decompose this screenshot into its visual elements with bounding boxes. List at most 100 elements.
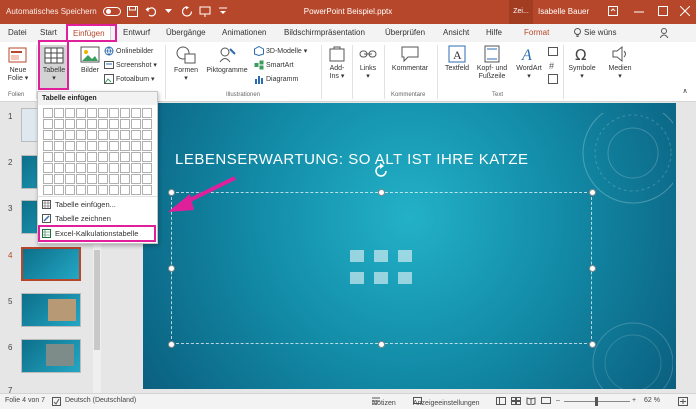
tab-ansicht[interactable]: Ansicht <box>443 28 469 37</box>
table-grid-cell[interactable] <box>131 174 141 184</box>
onlinebilder-button[interactable]: Onlinebilder <box>104 46 153 56</box>
tab-bildschirmpraesentation[interactable]: Bildschirmpräsentation <box>284 28 365 37</box>
table-grid-cell[interactable] <box>54 130 64 140</box>
zoom-level[interactable]: 62 % <box>644 397 660 404</box>
table-grid-cell[interactable] <box>142 163 152 173</box>
table-grid-cell[interactable] <box>87 141 97 151</box>
bilder-button[interactable]: Bilder <box>78 45 102 75</box>
table-grid-cell[interactable] <box>76 152 86 162</box>
table-grid-cell[interactable] <box>43 119 53 129</box>
language[interactable]: Deutsch (Deutschland) <box>65 397 136 404</box>
tab-start[interactable]: Start <box>40 28 57 37</box>
tab-animationen[interactable]: Animationen <box>222 28 266 37</box>
tab-datei[interactable]: Datei <box>8 28 27 37</box>
tab-hilfe[interactable]: Hilfe <box>486 28 502 37</box>
table-grid-cell[interactable] <box>65 152 75 162</box>
neue-folie-button[interactable]: Neue Folie ▾ <box>4 45 32 83</box>
table-grid-cell[interactable] <box>43 152 53 162</box>
table-grid-cell[interactable] <box>87 174 97 184</box>
notes-button[interactable]: Notizen <box>372 397 396 407</box>
table-grid-cell[interactable] <box>131 152 141 162</box>
save-icon[interactable] <box>127 5 139 17</box>
table-grid-cell[interactable] <box>98 119 108 129</box>
date-time-icon[interactable] <box>548 46 558 56</box>
table-grid-cell[interactable] <box>109 185 119 195</box>
menu-item-tabelle-einfuegen[interactable]: Tabelle einfügen... <box>42 200 116 209</box>
slide-thumbnail-selected[interactable] <box>21 247 81 281</box>
table-grid-cell[interactable] <box>65 185 75 195</box>
table-grid-cell[interactable] <box>43 141 53 151</box>
table-grid-cell[interactable] <box>98 185 108 195</box>
table-grid-cell[interactable] <box>131 163 141 173</box>
slide-title[interactable]: LEBENSERWARTUNG: SO ALT IST IHRE KATZE <box>175 151 529 168</box>
table-grid-cell[interactable] <box>142 185 152 195</box>
tab-ueberpruefen[interactable]: Überprüfen <box>385 28 425 37</box>
links-button[interactable]: Links ▾ <box>355 45 381 81</box>
tab-format[interactable]: Format <box>524 28 549 37</box>
redo-icon[interactable] <box>181 5 193 17</box>
screenshot-button[interactable]: Screenshot ▾ <box>104 60 157 70</box>
table-grid-cell[interactable] <box>142 174 152 184</box>
table-grid-cell[interactable] <box>109 141 119 151</box>
close-icon[interactable] <box>678 4 692 18</box>
table-grid-cell[interactable] <box>87 119 97 129</box>
table-grid-cell[interactable] <box>131 185 141 195</box>
resize-handle[interactable] <box>589 265 596 272</box>
table-grid-cell[interactable] <box>43 185 53 195</box>
kopf-fusszeile-button[interactable]: Kopf- und Fußzeile <box>474 45 510 81</box>
zoom-slider-thumb[interactable] <box>595 397 598 406</box>
customize-qat-icon[interactable] <box>217 5 229 17</box>
piktogramme-button[interactable]: Piktogramme <box>204 45 250 75</box>
table-grid-cell[interactable] <box>87 163 97 173</box>
table-grid-cell[interactable] <box>54 185 64 195</box>
table-grid-cell[interactable] <box>54 119 64 129</box>
table-grid-cell[interactable] <box>109 152 119 162</box>
table-grid-cell[interactable] <box>54 163 64 173</box>
table-grid-cell[interactable] <box>76 163 86 173</box>
slide-thumbnail[interactable] <box>21 339 81 373</box>
zoom-in-button[interactable]: + <box>632 397 636 404</box>
table-grid-cell[interactable] <box>54 174 64 184</box>
table-grid-cell[interactable] <box>142 141 152 151</box>
table-grid-cell[interactable] <box>120 108 130 118</box>
table-grid-cell[interactable] <box>142 108 152 118</box>
tab-entwurf[interactable]: Entwurf <box>123 28 150 37</box>
scrollbar-thumb[interactable] <box>94 250 100 350</box>
table-grid-cell[interactable] <box>98 108 108 118</box>
table-grid-cell[interactable] <box>98 152 108 162</box>
table-grid-cell[interactable] <box>76 141 86 151</box>
table-grid-cell[interactable] <box>43 163 53 173</box>
smartart-button[interactable]: SmartArt <box>254 60 294 70</box>
chevron-down-icon[interactable] <box>163 5 175 17</box>
table-grid-cell[interactable] <box>65 141 75 151</box>
table-grid-cell[interactable] <box>120 163 130 173</box>
slideshow-icon[interactable] <box>541 397 551 407</box>
ribbon-display-icon[interactable] <box>606 4 620 18</box>
table-grid-cell[interactable] <box>109 130 119 140</box>
table-grid-cell[interactable] <box>65 119 75 129</box>
table-grid-cell[interactable] <box>54 108 64 118</box>
table-grid-cell[interactable] <box>109 108 119 118</box>
table-grid-cell[interactable] <box>65 174 75 184</box>
table-grid-cell[interactable] <box>142 119 152 129</box>
normal-view-icon[interactable] <box>496 397 506 407</box>
table-grid-cell[interactable] <box>43 174 53 184</box>
table-grid-cell[interactable] <box>120 119 130 129</box>
table-grid-cell[interactable] <box>120 141 130 151</box>
table-grid-cell[interactable] <box>109 163 119 173</box>
table-grid-cell[interactable] <box>65 130 75 140</box>
table-grid-cell[interactable] <box>76 185 86 195</box>
table-grid-cell[interactable] <box>65 108 75 118</box>
resize-handle[interactable] <box>378 189 385 196</box>
resize-handle[interactable] <box>378 341 385 348</box>
table-size-grid[interactable] <box>43 108 153 196</box>
diagramm-button[interactable]: Diagramm <box>254 74 298 84</box>
present-icon[interactable] <box>199 5 211 17</box>
resize-handle[interactable] <box>589 341 596 348</box>
table-grid-cell[interactable] <box>76 174 86 184</box>
table-grid-cell[interactable] <box>87 152 97 162</box>
reading-view-icon[interactable] <box>526 397 536 407</box>
slide-sorter-icon[interactable] <box>511 397 521 407</box>
table-grid-cell[interactable] <box>98 174 108 184</box>
kommentar-button[interactable]: Kommentar <box>388 45 432 73</box>
